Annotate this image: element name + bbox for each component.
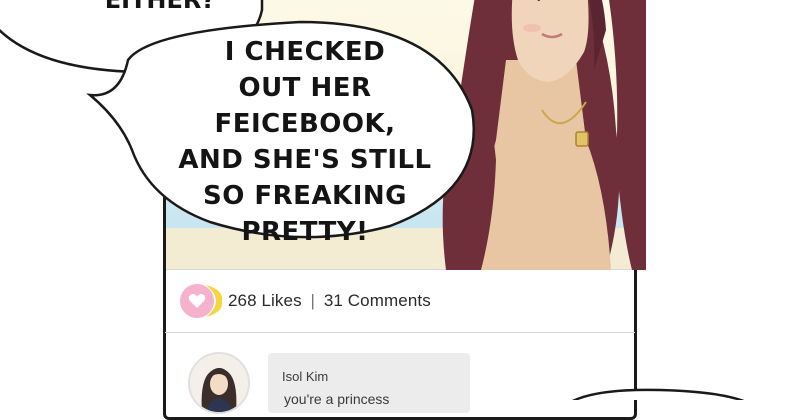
- speech-line: AND SHE'S STILL: [178, 145, 432, 175]
- comic-panel: 268 Likes | 31 Comments Isol Kim you're …: [0, 0, 800, 420]
- speech-line: SO FREAKING: [203, 181, 407, 211]
- speech-bubble-main-text: I CHECKED OUT HER FEICEBOOK, AND SHE'S S…: [150, 34, 460, 250]
- heart-reaction-icon[interactable]: [180, 284, 214, 318]
- speech-line: PRETTY!: [241, 217, 369, 247]
- speech-line: I CHECKED: [224, 37, 386, 67]
- speech-bubble-bottom-shape: [572, 388, 745, 400]
- speech-line: OUT HER FEICEBOOK,: [214, 73, 396, 139]
- speech-bubble-top-text: EITHER?: [104, 0, 216, 14]
